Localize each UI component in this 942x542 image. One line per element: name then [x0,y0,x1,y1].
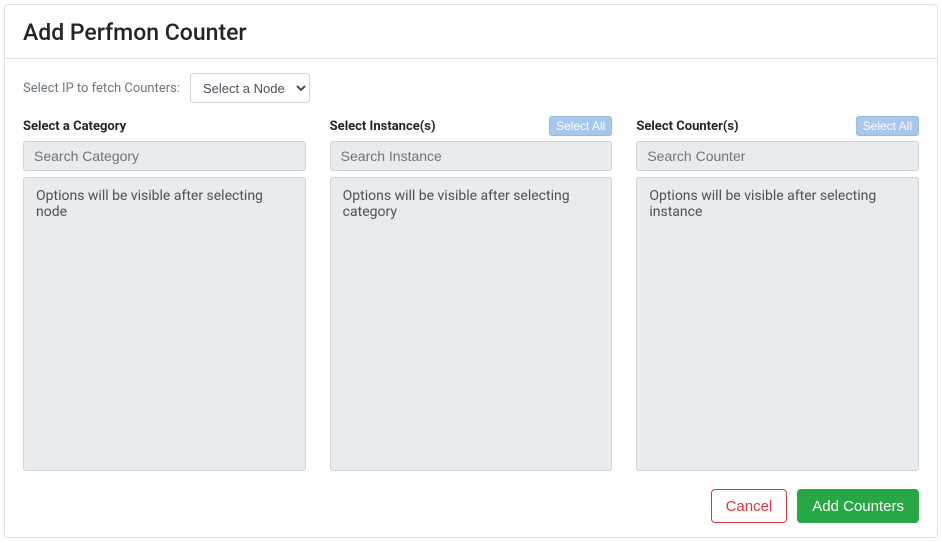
instance-search-input[interactable] [330,141,613,171]
modal-footer: Cancel Add Counters [5,479,937,537]
counter-column: Select Counter(s) Select All Options wil… [636,115,919,471]
ip-select-label: Select IP to fetch Counters: [23,81,180,96]
counter-header: Select Counter(s) Select All [636,115,919,137]
ip-select-row: Select IP to fetch Counters: Select a No… [23,73,919,103]
counter-listbox[interactable]: Options will be visible after selecting … [636,177,919,471]
instance-column: Select Instance(s) Select All Options wi… [330,115,613,471]
add-perfmon-counter-modal: Add Perfmon Counter Select IP to fetch C… [4,4,938,538]
modal-title: Add Perfmon Counter [23,19,919,46]
add-counters-button[interactable]: Add Counters [797,489,919,523]
counter-title: Select Counter(s) [636,119,738,134]
counter-select-all-button[interactable]: Select All [856,116,919,136]
node-select[interactable]: Select a Node [190,73,310,103]
cancel-button[interactable]: Cancel [711,489,788,523]
instance-title: Select Instance(s) [330,119,436,134]
modal-body: Select IP to fetch Counters: Select a No… [5,59,937,479]
instance-listbox[interactable]: Options will be visible after selecting … [330,177,613,471]
category-empty-text: Options will be visible after selecting … [36,188,263,220]
category-header: Select a Category [23,115,306,137]
category-column: Select a Category Options will be visibl… [23,115,306,471]
modal-header: Add Perfmon Counter [5,5,937,59]
category-search-input[interactable] [23,141,306,171]
counter-empty-text: Options will be visible after selecting … [649,188,876,220]
counter-search-input[interactable] [636,141,919,171]
instance-empty-text: Options will be visible after selecting … [343,188,570,220]
category-listbox[interactable]: Options will be visible after selecting … [23,177,306,471]
instance-select-all-button[interactable]: Select All [549,116,612,136]
instance-header: Select Instance(s) Select All [330,115,613,137]
columns-container: Select a Category Options will be visibl… [23,115,919,471]
category-title: Select a Category [23,119,126,134]
